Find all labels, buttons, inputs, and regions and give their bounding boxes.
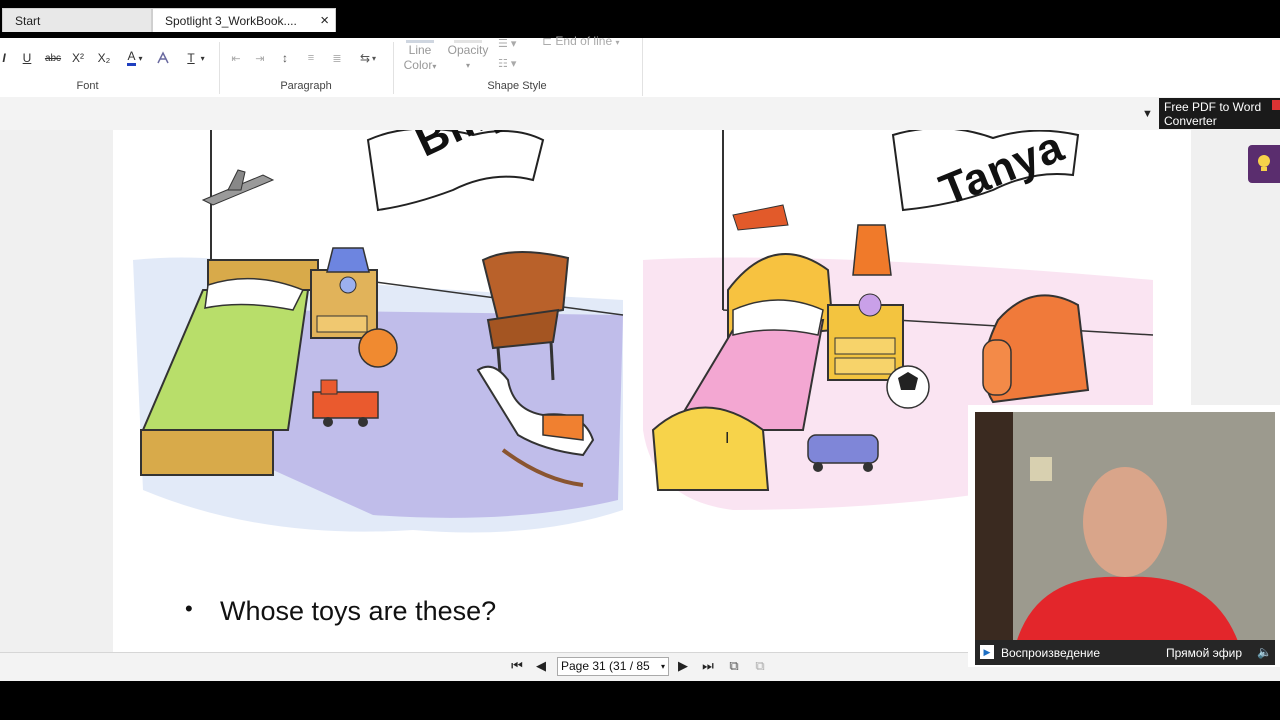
player-icon: ▶ bbox=[980, 645, 994, 659]
decrease-indent-icon[interactable]: ⇤ bbox=[228, 50, 244, 66]
tab-document[interactable]: Spotlight 3_WorkBook.... × bbox=[152, 8, 336, 32]
chevron-down-icon: ▾ bbox=[615, 38, 620, 47]
end-of-line-button[interactable]: ⊏ End of line ▾ bbox=[542, 34, 642, 50]
chevron-down-icon: ▾ bbox=[465, 61, 470, 70]
end-of-line-label: End of line bbox=[555, 34, 613, 48]
opacity-button[interactable]: Opacity ▾ bbox=[444, 40, 492, 78]
bullet: • bbox=[185, 596, 193, 621]
opacity-label: Opacity bbox=[447, 43, 489, 57]
webcam-controls: ▶ Воспроизведение Прямой эфир 🔈 bbox=[975, 640, 1275, 665]
webcam-person bbox=[975, 412, 1275, 647]
dash-style-icon: ☷ ▾ bbox=[498, 58, 517, 70]
live-label[interactable]: Прямой эфир bbox=[1166, 646, 1242, 660]
ad-close-icon[interactable] bbox=[1272, 100, 1280, 110]
font-color-letter: A bbox=[127, 50, 136, 66]
divider bbox=[642, 38, 643, 96]
line-color-label-2: Color bbox=[403, 58, 433, 72]
text-style-icon: T bbox=[187, 51, 195, 65]
ad-line-1: Free PDF to Word bbox=[1164, 100, 1262, 114]
text-cursor-icon: I bbox=[725, 430, 730, 447]
close-tab-icon[interactable]: × bbox=[320, 12, 329, 29]
strikethrough-button[interactable]: abc bbox=[42, 50, 64, 66]
line-color-button[interactable]: Line Color▾ bbox=[400, 40, 440, 78]
paragraph-group-label: Paragraph bbox=[280, 80, 332, 92]
chevron-down-icon: ▾ bbox=[432, 62, 437, 71]
increase-indent-icon[interactable]: ⇥ bbox=[252, 50, 268, 66]
ad-line-2: Converter bbox=[1164, 114, 1217, 128]
first-page-icon[interactable]: ⏮ bbox=[508, 657, 526, 675]
last-page-icon[interactable]: ⏭ bbox=[699, 657, 717, 675]
paragraph-spacing-icon[interactable]: ≡ bbox=[302, 50, 320, 66]
end-of-line-icon: ⊏ bbox=[542, 34, 553, 48]
tab-start[interactable]: Start bbox=[2, 8, 152, 32]
line-spacing-icon[interactable]: ↕ bbox=[276, 50, 294, 66]
next-page-icon[interactable]: ▶ bbox=[674, 657, 692, 675]
line-style-icon: ☰ ▾ bbox=[498, 38, 517, 50]
shape-style-group-label: Shape Style bbox=[487, 80, 547, 92]
webcam-video bbox=[975, 412, 1275, 647]
webcam-overlay bbox=[968, 405, 1280, 667]
italic-button[interactable]: I bbox=[0, 50, 8, 66]
font-color-button[interactable]: A ▾ bbox=[120, 48, 150, 68]
tab-list-chevron-icon[interactable]: ▼ bbox=[1142, 108, 1153, 120]
text-style-button[interactable]: T ▾ bbox=[180, 48, 212, 68]
tab-bar bbox=[0, 97, 1280, 131]
chevron-down-icon: ▾ bbox=[200, 53, 205, 63]
ribbon: I U abc X² X₂ A ▾ T ▾ Font ⇤ ⇥ ↕ ≡ ≣ ⇆ ▾… bbox=[0, 34, 1280, 98]
previous-view-icon[interactable]: ⧉ bbox=[725, 657, 743, 675]
spacing-before-icon[interactable]: ≣ bbox=[328, 50, 346, 66]
underline-button[interactable]: U bbox=[18, 50, 36, 66]
subscript-button[interactable]: X₂ bbox=[94, 50, 114, 66]
tab-start-label: Start bbox=[15, 13, 41, 28]
chevron-down-icon: ▾ bbox=[660, 662, 665, 671]
pdf-converter-ad[interactable]: Free PDF to Word Converter bbox=[1159, 98, 1280, 129]
tab-document-label: Spotlight 3_WorkBook.... bbox=[165, 13, 297, 28]
page-indicator-text: Page 31 (31 / 85 bbox=[561, 659, 650, 673]
next-view-icon[interactable]: ⧉ bbox=[751, 657, 769, 675]
font-group-label: Font bbox=[76, 80, 99, 92]
mute-icon[interactable]: 🔈 bbox=[1257, 645, 1272, 659]
align-icon: ⇆ bbox=[359, 51, 371, 65]
previous-page-icon[interactable]: ◀ bbox=[532, 657, 550, 675]
highlight-icon[interactable] bbox=[154, 48, 172, 68]
superscript-button[interactable]: X² bbox=[68, 50, 88, 66]
chevron-down-icon: ▾ bbox=[372, 53, 377, 63]
question-text: Whose toys are these? bbox=[220, 596, 497, 626]
tips-lightbulb-icon[interactable] bbox=[1248, 145, 1280, 183]
line-style-button[interactable]: ☰ ▾ ☷ ▾ bbox=[498, 38, 528, 70]
playback-label[interactable]: Воспроизведение bbox=[1001, 646, 1100, 660]
page-indicator[interactable]: Page 31 (31 / 85 ▾ bbox=[557, 657, 669, 676]
chevron-down-icon: ▾ bbox=[138, 53, 143, 63]
line-color-label: Line bbox=[408, 43, 432, 57]
align-button[interactable]: ⇆ ▾ bbox=[354, 50, 382, 66]
